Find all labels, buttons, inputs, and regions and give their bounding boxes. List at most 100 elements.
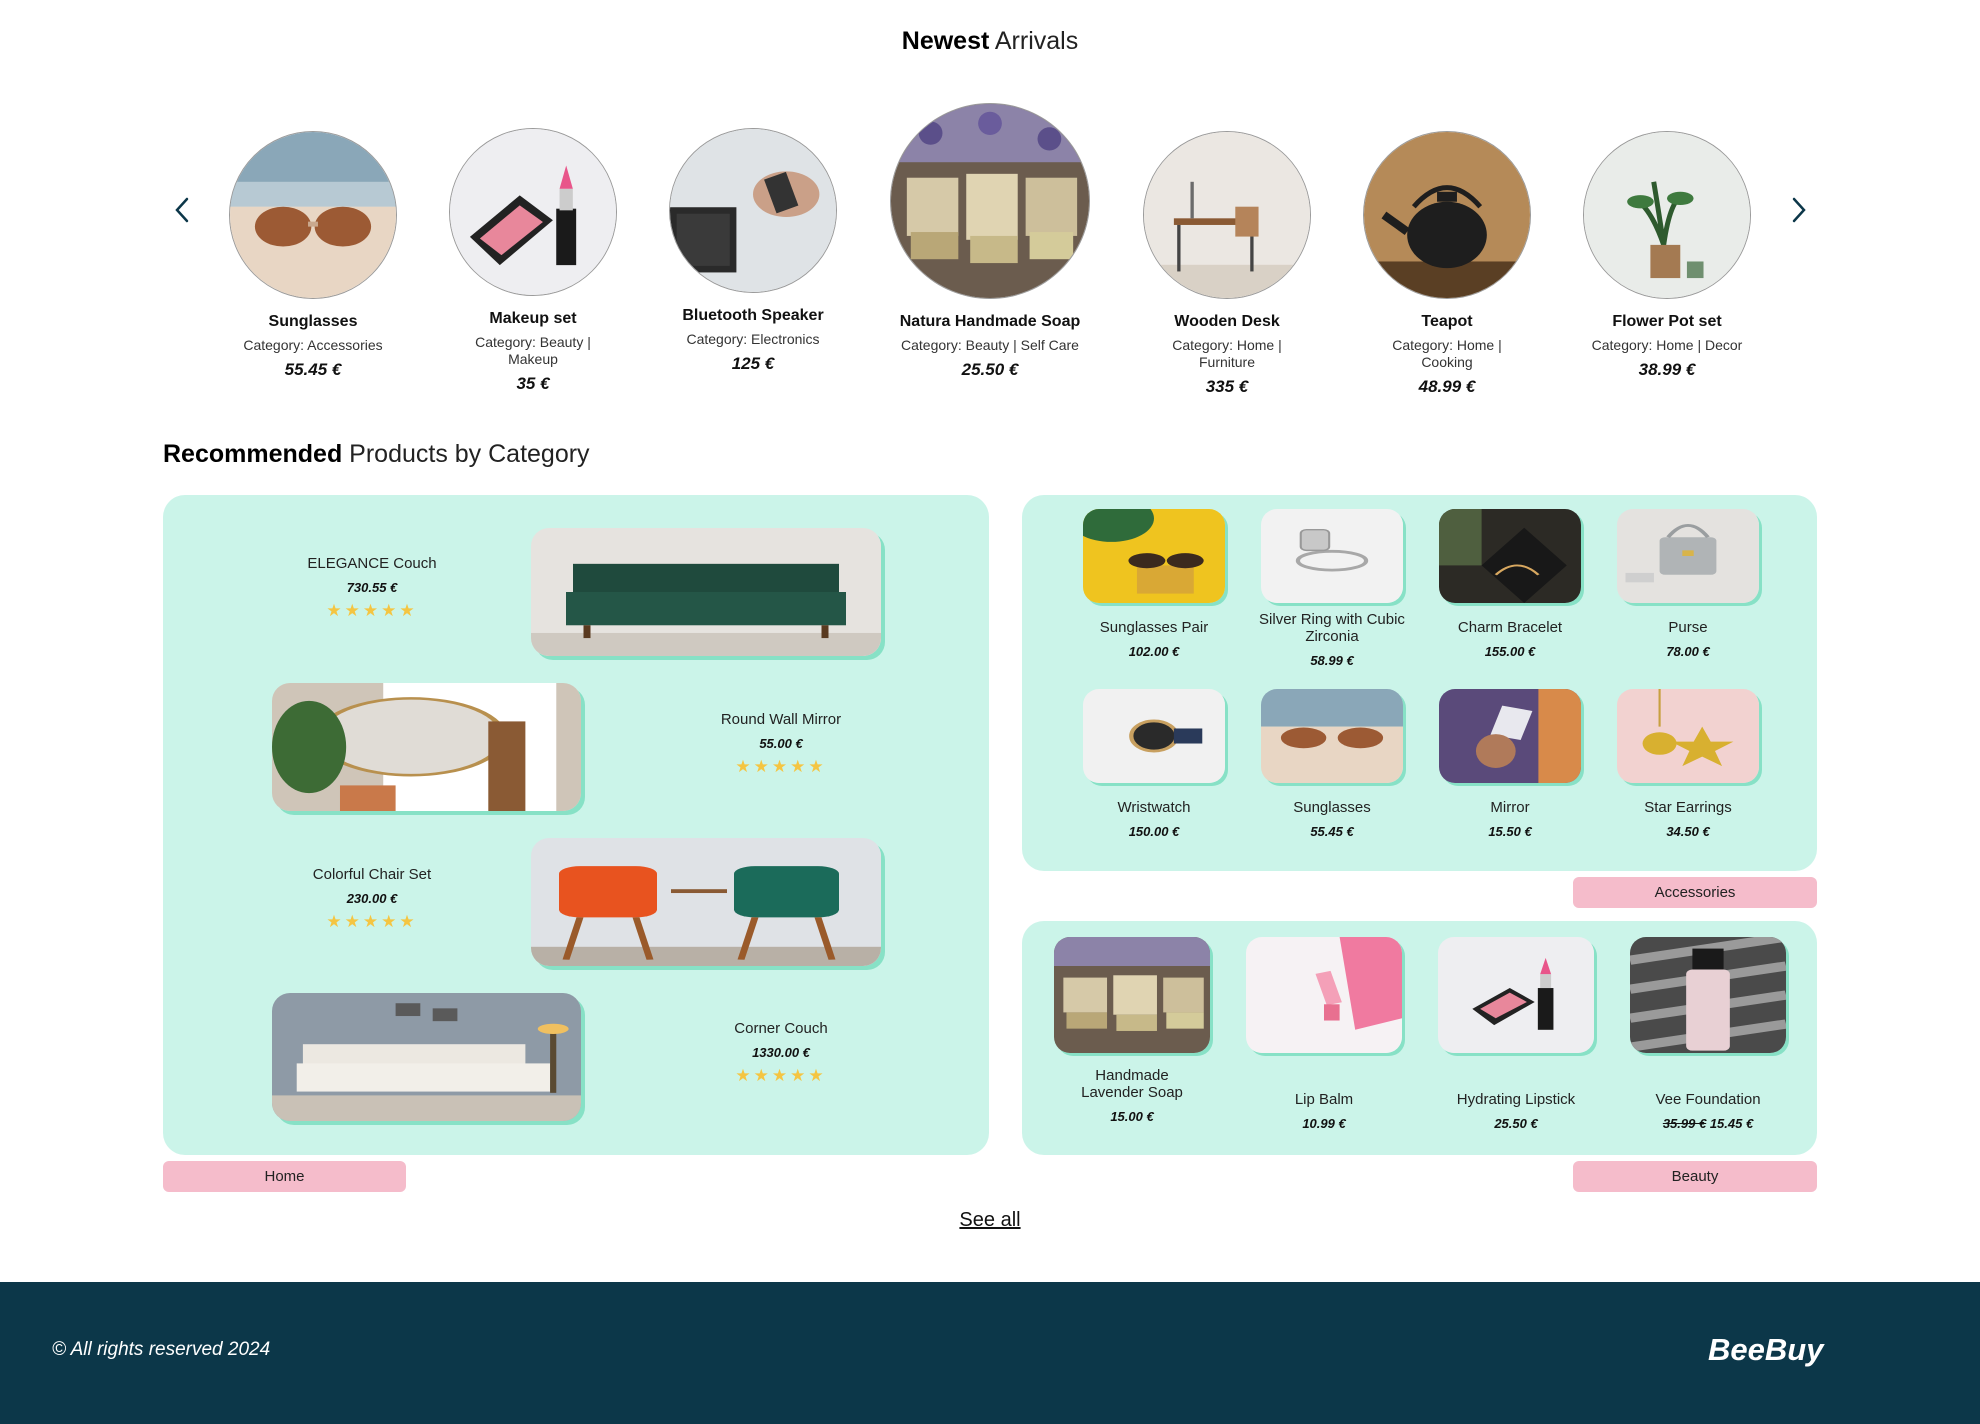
- product-price: 155.00 €: [1484, 644, 1536, 659]
- product-image[interactable]: [272, 683, 581, 811]
- product-price: 150.00 €: [1128, 824, 1180, 839]
- product-image[interactable]: [669, 128, 837, 293]
- rating-stars: ★★★★★: [735, 757, 827, 776]
- arrival-category: Category: Home | Furniture: [1172, 337, 1282, 370]
- footer: © All rights reserved 2024 BeeBuy: [0, 1282, 1980, 1424]
- product-price: 15.00 €: [1110, 1109, 1154, 1124]
- product-image[interactable]: [890, 103, 1090, 299]
- product-name: Sunglasses Pair: [1099, 619, 1209, 636]
- product-name: Vee Foundation: [1655, 1091, 1761, 1108]
- product-image[interactable]: [1583, 131, 1751, 299]
- product-name: Hydrating Lipstick: [1456, 1091, 1576, 1108]
- product-name: Handmade Lavender Soap: [1081, 1067, 1183, 1101]
- arrival-card[interactable]: Sunglasses Category: Accessories 55.45 €: [203, 131, 423, 380]
- product-price: 230.00 €: [346, 891, 398, 906]
- chevron-left-icon[interactable]: [163, 190, 203, 230]
- product-price: 55.00 €: [759, 736, 803, 751]
- product-price: 58.99 €: [1310, 653, 1354, 668]
- arrival-price: 35 €: [516, 374, 550, 393]
- product-image[interactable]: [1246, 937, 1402, 1053]
- newest-arrivals-title: Newest Arrivals: [901, 27, 1079, 55]
- product-image[interactable]: [1143, 131, 1311, 299]
- brand-logo[interactable]: BeeBuy: [1708, 1332, 1823, 1368]
- product-name: Silver Ring with Cubic Zirconia: [1259, 611, 1405, 645]
- product-price: 1330.00 €: [752, 1045, 810, 1060]
- arrival-name: Natura Handmade Soap: [899, 313, 1081, 330]
- product-image[interactable]: [1083, 509, 1225, 603]
- arrival-card[interactable]: Wooden Desk Category: Home | Furniture 3…: [1117, 131, 1337, 397]
- arrival-price: 335 €: [1205, 377, 1249, 396]
- home-product-info[interactable]: ELEGANCE Couch 730.55 € ★★★★★: [252, 555, 492, 621]
- arrival-price: 38.99 €: [1638, 360, 1696, 379]
- product-price: 25.50 €: [1494, 1116, 1538, 1131]
- product-price: 34.50 €: [1666, 824, 1710, 839]
- product-tile[interactable]: Mirror 15.50 €: [1420, 689, 1600, 839]
- product-tile[interactable]: Star Earrings 34.50 €: [1598, 689, 1778, 839]
- arrival-name: Teapot: [1421, 313, 1473, 330]
- chevron-right-icon[interactable]: [1778, 190, 1818, 230]
- arrival-name: Bluetooth Speaker: [682, 307, 824, 324]
- product-image[interactable]: [531, 528, 881, 656]
- product-image[interactable]: [1438, 937, 1594, 1053]
- product-image[interactable]: [1363, 131, 1531, 299]
- product-image[interactable]: [531, 838, 881, 966]
- product-tile[interactable]: Vee Foundation 35.99 € 15.45 €: [1618, 937, 1798, 1131]
- product-tile[interactable]: Purse 78.00 €: [1598, 509, 1778, 659]
- product-name: Charm Bracelet: [1457, 619, 1563, 636]
- product-tile[interactable]: Sunglasses Pair 102.00 €: [1064, 509, 1244, 659]
- product-tile[interactable]: Silver Ring with Cubic Zirconia 58.99 €: [1242, 509, 1422, 668]
- home-product-info[interactable]: Corner Couch 1330.00 € ★★★★★: [661, 1020, 901, 1086]
- product-tile[interactable]: Wristwatch 150.00 €: [1064, 689, 1244, 839]
- rating-stars: ★★★★★: [735, 1066, 827, 1085]
- product-image[interactable]: [1261, 689, 1403, 783]
- copyright-text: © All rights reserved 2024: [52, 1339, 271, 1360]
- arrival-name: Sunglasses: [268, 313, 358, 330]
- arrival-card[interactable]: Teapot Category: Home | Cooking 48.99 €: [1337, 131, 1557, 397]
- arrival-card[interactable]: Natura Handmade Soap Category: Beauty | …: [880, 103, 1100, 380]
- product-image[interactable]: [1617, 689, 1759, 783]
- product-image[interactable]: [272, 993, 581, 1121]
- product-price: 55.45 €: [1310, 824, 1354, 839]
- old-price: 35.99 €: [1662, 1116, 1707, 1131]
- arrival-price: 55.45 €: [284, 360, 342, 379]
- product-name: ELEGANCE Couch: [307, 555, 437, 572]
- product-tile[interactable]: Hydrating Lipstick 25.50 €: [1426, 937, 1606, 1131]
- product-tile[interactable]: Sunglasses 55.45 €: [1242, 689, 1422, 839]
- arrival-category: Category: Beauty | Makeup: [475, 334, 591, 367]
- see-all-link[interactable]: See all: [0, 1209, 1980, 1232]
- home-product-info[interactable]: Round Wall Mirror 55.00 € ★★★★★: [661, 711, 901, 777]
- category-tag-home[interactable]: Home: [163, 1161, 406, 1192]
- product-tile[interactable]: Handmade Lavender Soap 15.00 €: [1042, 937, 1222, 1124]
- rating-stars: ★★★★★: [326, 601, 418, 620]
- recommended-title: Recommended Products by Category: [163, 440, 590, 468]
- product-image[interactable]: [1054, 937, 1210, 1053]
- product-name: Corner Couch: [734, 1020, 828, 1037]
- product-price: 10.99 €: [1302, 1116, 1346, 1131]
- product-image[interactable]: [229, 131, 397, 299]
- arrival-card[interactable]: Makeup set Category: Beauty | Makeup 35 …: [423, 128, 643, 394]
- product-image[interactable]: [1261, 509, 1403, 603]
- home-product-info[interactable]: Colorful Chair Set 230.00 € ★★★★★: [252, 866, 492, 932]
- arrival-price: 125 €: [731, 354, 775, 373]
- product-image[interactable]: [1439, 509, 1581, 603]
- arrival-category: Category: Home | Decor: [1591, 337, 1743, 353]
- category-tag-beauty[interactable]: Beauty: [1573, 1161, 1817, 1192]
- product-price: 730.55 €: [346, 580, 398, 595]
- product-tile[interactable]: Charm Bracelet 155.00 €: [1420, 509, 1600, 659]
- arrival-card[interactable]: Flower Pot set Category: Home | Decor 38…: [1557, 131, 1777, 380]
- category-tag-accessories[interactable]: Accessories: [1573, 877, 1817, 908]
- product-name: Mirror: [1490, 799, 1530, 816]
- product-image[interactable]: [449, 128, 617, 296]
- product-tile[interactable]: Lip Balm 10.99 €: [1234, 937, 1414, 1131]
- product-price: 15.45 €: [1709, 1116, 1754, 1131]
- arrival-price: 25.50 €: [961, 360, 1019, 379]
- product-image[interactable]: [1083, 689, 1225, 783]
- arrival-name: Wooden Desk: [1174, 313, 1280, 330]
- product-name: Colorful Chair Set: [312, 866, 432, 883]
- arrival-category: Category: Home | Cooking: [1392, 337, 1502, 370]
- product-image[interactable]: [1617, 509, 1759, 603]
- product-image[interactable]: [1630, 937, 1786, 1053]
- product-image[interactable]: [1439, 689, 1581, 783]
- arrival-card[interactable]: Bluetooth Speaker Category: Electronics …: [643, 128, 863, 374]
- arrival-category: Category: Electronics: [686, 331, 820, 347]
